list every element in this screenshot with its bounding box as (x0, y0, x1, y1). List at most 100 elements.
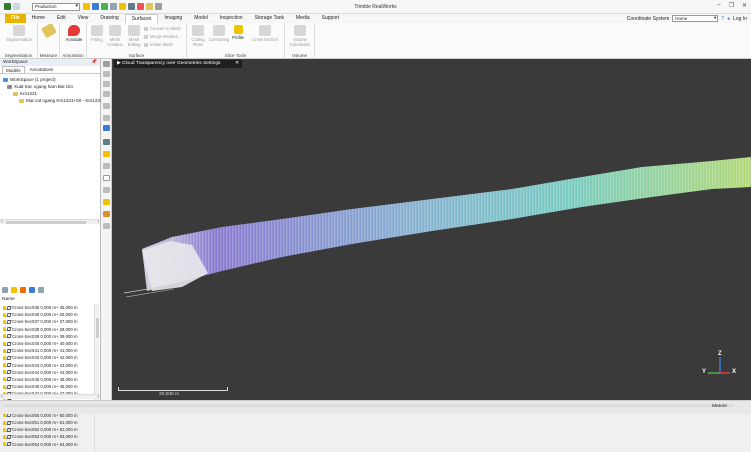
mesh-creation-button[interactable]: Mesh Creation (106, 25, 124, 47)
scroll-right-icon[interactable]: › (97, 219, 99, 225)
menu-media[interactable]: Media (290, 14, 316, 23)
list-item[interactable]: Cross-Sec040 0,000 m+ 40,000 m (0, 340, 95, 347)
coordinate-select[interactable]: Home (672, 15, 719, 22)
close-button[interactable]: ✕ (742, 2, 747, 9)
list-item[interactable]: Cross-Sec053 0,000 m+ 53,000 m (0, 433, 95, 440)
list-item[interactable]: Cross-Sec046 0,000 m+ 46,000 m (0, 383, 95, 390)
annotate-button[interactable]: Annotate (62, 25, 86, 42)
menu-inspection[interactable]: Inspection (214, 14, 249, 23)
cross-section-button[interactable]: Cross Section (247, 25, 283, 42)
list-item[interactable]: Cross-Sec045 0,000 m+ 45,000 m (0, 376, 95, 383)
list-item[interactable]: Cross-Sec035 0,000 m+ 35,000 m (0, 304, 95, 311)
menu-imaging[interactable]: Imaging (158, 14, 188, 23)
fit-icon[interactable] (103, 103, 110, 109)
pin-icon[interactable]: 📌 (91, 59, 97, 66)
inflate-mesh-button[interactable]: Inflate Mesh (144, 42, 173, 47)
filter-icon[interactable] (2, 287, 8, 293)
grid-icon[interactable] (103, 187, 110, 193)
segmentation-group-label: Segmentation (4, 53, 33, 58)
settings-icon[interactable] (155, 3, 162, 10)
export-icon[interactable] (119, 3, 126, 10)
clip-icon[interactable] (103, 211, 110, 217)
white-bg-icon[interactable] (103, 175, 110, 181)
maximize-button[interactable]: ❐ (729, 2, 734, 9)
open-icon[interactable] (83, 3, 90, 10)
minimize-button[interactable]: – (717, 2, 720, 9)
menu-support[interactable]: Support (316, 14, 346, 23)
list-item[interactable]: Cross-Sec044 0,000 m+ 44,000 m (0, 369, 95, 376)
list-item[interactable]: Cross-Sec043 0,000 m+ 43,000 m (0, 362, 95, 369)
menu-file[interactable]: File (5, 14, 26, 23)
mesh-editing-button[interactable]: Mesh Editing (125, 25, 143, 47)
settings-icon[interactable] (103, 223, 110, 229)
list-item[interactable]: Cross-Sec036 0,000 m+ 26,000 m (0, 311, 95, 318)
profile-button[interactable]: Profile (231, 25, 245, 40)
tree-node-folder[interactable]: Km1231 (13, 91, 37, 96)
volume-calculation-button[interactable]: Volume Calculation (286, 25, 314, 47)
login-link[interactable]: Log In (733, 16, 747, 22)
light-icon[interactable] (103, 151, 110, 157)
warning-icon[interactable] (20, 287, 26, 293)
scroll-left-icon[interactable]: ‹ (1, 219, 3, 225)
help-icon[interactable]: ? (721, 16, 724, 22)
convert-to-mesh-button[interactable]: Convert to Mesh (144, 26, 181, 31)
menu-model[interactable]: Model (188, 14, 214, 23)
list-item[interactable]: Cross-Sec054 0,000 m+ 54,000 m (0, 441, 95, 448)
measure-icon[interactable] (146, 3, 153, 10)
list-horizontal-scrollbar[interactable]: ‹ › (0, 394, 100, 400)
menu-drawing[interactable]: Drawing (94, 14, 124, 23)
list-item[interactable]: Cross-Sec037 0,000 m+ 37,000 m (0, 318, 95, 325)
tree-node-cross-sections[interactable]: Mat cat ngang Km1231+00 - Km1231 (19, 98, 102, 103)
undo-icon[interactable] (13, 3, 20, 10)
lock-icon[interactable] (103, 199, 110, 205)
refresh-icon[interactable] (101, 3, 108, 10)
tab-annotations[interactable]: Annotations (27, 66, 57, 73)
scroll-thumb[interactable] (96, 318, 99, 338)
select-icon[interactable] (103, 61, 110, 67)
fitting-button[interactable]: Fitting (89, 25, 105, 42)
list-item[interactable]: Cross-Sec042 0,000 m+ 42,000 m (0, 354, 95, 361)
pan-icon[interactable] (103, 81, 110, 87)
list-item[interactable]: Cross-Sec051 0,000 m+ 51,000 m (0, 419, 95, 426)
cutting-plane-button[interactable]: Cutting Plane (188, 25, 208, 47)
cross-section-icon (6, 355, 12, 360)
list-item[interactable]: Cross-Sec039 0,000 m+ 39,000 m (0, 333, 95, 340)
import-icon[interactable] (110, 3, 117, 10)
project-select[interactable]: Production (32, 2, 80, 11)
chart-icon[interactable] (38, 287, 44, 293)
print-icon[interactable] (128, 3, 135, 10)
close-icon[interactable]: ✕ (235, 60, 239, 68)
list-item-label: Cross-Sec036 0,000 m+ 26,000 m (12, 312, 78, 318)
menu-view[interactable]: View (72, 14, 95, 23)
scroll-thumb[interactable] (6, 221, 86, 224)
zoom-icon[interactable] (103, 91, 110, 97)
merge-meshes-button[interactable]: Merge Meshes (144, 34, 178, 39)
list-item[interactable]: Cross-Sec052 0,000 m+ 52,000 m (0, 426, 95, 433)
tree-node-workspace[interactable]: WorkSpace (1 project) (3, 77, 56, 82)
menu-home[interactable]: Home (26, 14, 51, 23)
contouring-button[interactable]: Contouring (208, 25, 230, 42)
list-item[interactable]: Cross-Sec038 0,000 m+ 28,000 m (0, 326, 95, 333)
view-3d-icon[interactable] (103, 125, 110, 131)
viewport-3d[interactable]: ▶ Cloud Transparency over Geometries Set… (112, 59, 751, 400)
list-item[interactable]: Cross-Sec041 0,000 m+ 41,000 m (0, 347, 95, 354)
measure-button[interactable] (41, 22, 57, 39)
edit-icon[interactable] (11, 287, 17, 293)
rotate-icon[interactable] (103, 71, 110, 77)
camera-icon[interactable] (137, 3, 144, 10)
tree-horizontal-scrollbar[interactable]: ‹ › (0, 219, 100, 225)
list-item-label: Cross-Sec037 0,000 m+ 37,000 m (12, 319, 78, 325)
camera-icon[interactable] (103, 139, 110, 145)
list-vertical-scrollbar[interactable] (94, 304, 99, 452)
table-icon[interactable] (29, 287, 35, 293)
menu-edit[interactable]: Edit (51, 14, 72, 23)
view-front-icon[interactable] (103, 115, 110, 121)
color-icon[interactable] (103, 163, 110, 169)
menu-surfaces[interactable]: Surfaces (124, 14, 159, 23)
save-icon[interactable] (92, 3, 99, 10)
menu-storage-tank[interactable]: Storage Tank (249, 14, 290, 23)
mesh-creation-button-label: Mesh Creation (107, 37, 123, 47)
segmentation-button[interactable]: Segmentation (4, 25, 34, 42)
tree-node-project[interactable]: Xuat trac ngang ham Bai Gio (7, 84, 73, 89)
tab-models[interactable]: Models (2, 66, 25, 73)
